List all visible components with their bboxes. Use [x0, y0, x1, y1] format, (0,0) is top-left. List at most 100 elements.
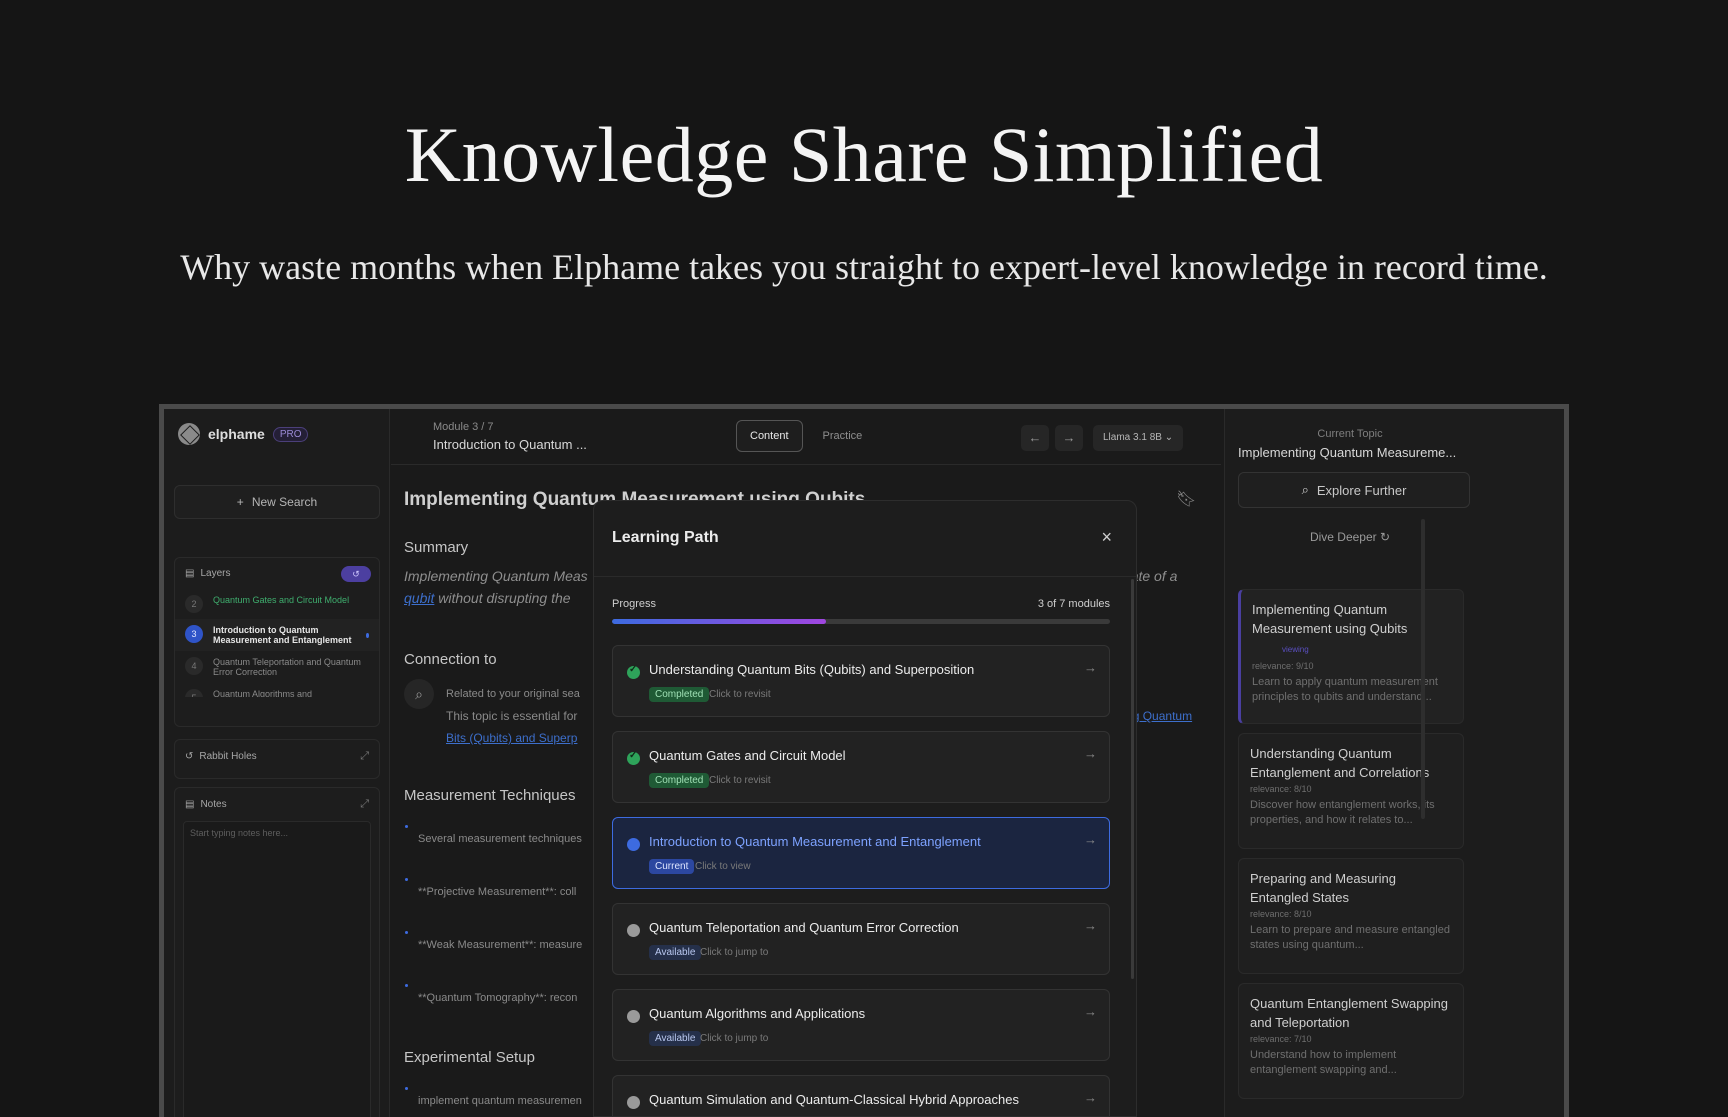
top-bar: Module 3 / 7 Introduction to Quantum ...… [391, 409, 1221, 465]
status-badge: Completed [649, 773, 710, 788]
topic-card[interactable]: Preparing and Measuring Entangled States… [1238, 858, 1464, 974]
layer-number: 3 [185, 625, 203, 643]
new-search-label: New Search [251, 495, 318, 509]
module-hint: Click to revisit [709, 689, 771, 700]
module-hint: Click to jump to [700, 947, 769, 958]
summary-heading: Summary [404, 539, 469, 556]
dive-deeper-button[interactable]: Dive Deeper ↻ [1225, 530, 1475, 544]
close-icon[interactable]: × [1101, 527, 1112, 548]
summary-line-2: without disrupting the [438, 590, 571, 606]
rabbit-holes-title: Rabbit Holes [199, 751, 257, 762]
history-icon: ↺ [185, 751, 194, 762]
topic-description: Understand how to implement entanglement… [1250, 1049, 1397, 1076]
expand-icon[interactable]: ⤢ [360, 750, 369, 763]
topic-card-selected[interactable]: Implementing Quantum Measurement using Q… [1238, 589, 1464, 724]
topic-card-title: Quantum Entanglement Swapping and Telepo… [1250, 996, 1449, 1030]
refresh-icon: ↻ [1379, 530, 1391, 544]
module-item[interactable]: Introduction to Quantum Measurement and … [612, 817, 1110, 889]
module-title: Introduction to Quantum ... [433, 437, 587, 452]
module-item[interactable]: Quantum Teleportation and Quantum Error … [612, 903, 1110, 975]
scrollbar[interactable] [1421, 519, 1425, 819]
module-hint: Click to view [695, 861, 751, 872]
topic-card[interactable]: Quantum Entanglement Swapping and Telepo… [1238, 983, 1464, 1099]
status-badge: Current [649, 859, 695, 874]
status-badge: Completed [649, 687, 710, 702]
layer-label: Introduction to Quantum Measurement and … [213, 625, 352, 645]
arrow-right-icon: → [1084, 660, 1097, 675]
brand-name: elphame [208, 426, 265, 442]
module-name: Quantum Gates and Circuit Model [649, 748, 846, 763]
tab-practice[interactable]: Practice [809, 420, 877, 452]
module-item[interactable]: Quantum Simulation and Quantum-Classical… [612, 1075, 1110, 1116]
right-sidebar: Current Topic Implementing Quantum Measu… [1224, 409, 1564, 1117]
experimental-heading: Experimental Setup [404, 1049, 535, 1066]
hero-title: Knowledge Share Simplified [404, 111, 1324, 198]
arrow-right-icon: → [1084, 832, 1097, 847]
layer-item[interactable]: 2 Quantum Gates and Circuit Model [175, 589, 379, 619]
progress-fill [612, 619, 827, 624]
module-counter: Module 3 / 7 [433, 421, 494, 433]
module-item[interactable]: Quantum Algorithms and Applications → Avai… [612, 989, 1110, 1061]
related-link-2[interactable]: Bits (Qubits) and Superp [446, 727, 577, 749]
qubit-link[interactable]: qubit [404, 590, 434, 606]
rabbit-holes-panel[interactable]: ↺ Rabbit Holes ⤢ [174, 739, 380, 779]
status-icon [627, 838, 640, 851]
relevance: relevance: 7/10 [1250, 1034, 1312, 1044]
plus-icon: + [236, 495, 244, 509]
status-icon [627, 1010, 640, 1023]
layer-number: 2 [185, 595, 203, 613]
list-item: **Quantum Tomography**: recon [404, 984, 578, 1004]
connection-heading: Connection to [404, 651, 497, 668]
module-hint: Click to jump to [700, 1033, 769, 1044]
expand-icon[interactable]: ⤢ [360, 798, 369, 811]
topic-card[interactable]: Understanding Quantum Entanglement and C… [1238, 733, 1464, 849]
viewing-badge: viewing [1282, 645, 1309, 654]
modal-header: Learning Path × [594, 501, 1136, 577]
progress-count: 3 of 7 modules [1037, 598, 1110, 610]
back-arrow-icon[interactable]: ← [1021, 425, 1049, 451]
layers-panel: ▤ Layers ↺ 2 Quantum Gates and Circuit M… [174, 557, 380, 727]
tab-content[interactable]: Content [736, 420, 803, 452]
layers-title: Layers [200, 568, 231, 579]
progress-label: Progress [612, 598, 657, 610]
status-icon [627, 664, 640, 679]
model-label: Llama 3.1 8B [1103, 432, 1162, 443]
list-item: implement quantum measuremen [405, 1087, 582, 1107]
current-dot [366, 633, 369, 638]
brand[interactable]: elphame PRO [178, 423, 309, 445]
search-icon: ⌕ [1301, 482, 1309, 497]
layer-number: 5 [185, 689, 203, 697]
notes-icon: ▤ [185, 799, 195, 810]
status-badge: Available [649, 945, 702, 960]
progress-bar [612, 619, 1110, 624]
layer-item[interactable]: 5 Quantum Algorithms and [175, 683, 379, 697]
summary-line: Implementing Quantum Meas [404, 568, 588, 584]
layers-toggle[interactable]: ↺ [341, 566, 371, 582]
layer-item-current[interactable]: 3 Introduction to Quantum Measurement an… [175, 619, 379, 651]
bookmark-icon[interactable]: 🔖︎ [1176, 489, 1196, 509]
explore-label: Explore Further [1316, 482, 1407, 498]
model-selector[interactable]: Llama 3.1 8B ⌄ [1093, 425, 1184, 451]
search-icon: ⌕ [404, 679, 434, 709]
notes-input[interactable]: Start typing notes here... [183, 821, 371, 1117]
notes-title: Notes [200, 799, 227, 810]
status-icon [627, 750, 640, 765]
list-item: Several measurement techniques [405, 825, 582, 845]
module-item[interactable]: Quantum Gates and Circuit Model → Complete… [612, 731, 1110, 803]
new-search-button[interactable]: + New Search [174, 485, 380, 519]
topic-card-title: Preparing and Measuring Entangled States [1250, 871, 1396, 905]
topic-description: Learn to prepare and measure entangled s… [1250, 924, 1450, 951]
arrow-right-icon: → [1084, 746, 1097, 761]
modal-title: Learning Path [612, 529, 719, 546]
forward-arrow-icon[interactable]: → [1055, 425, 1083, 451]
layer-item[interactable]: 4 Quantum Teleportation and Quantum Erro… [175, 651, 379, 683]
chevron-down-icon: ⌄ [1164, 432, 1174, 443]
essential-text: This topic is essential for [446, 709, 578, 723]
layer-label: Quantum Gates and Circuit Model [213, 595, 350, 605]
current-topic: Implementing Quantum Measureme... [1238, 445, 1457, 460]
module-item[interactable]: Understanding Quantum Bits (Qubits) and … [612, 645, 1110, 717]
arrow-right-icon: → [1084, 1090, 1097, 1105]
module-name: Introduction to Quantum Measurement and … [649, 834, 981, 849]
scrollbar[interactable] [1131, 579, 1134, 979]
explore-further-button[interactable]: ⌕ Explore Further [1238, 472, 1470, 508]
